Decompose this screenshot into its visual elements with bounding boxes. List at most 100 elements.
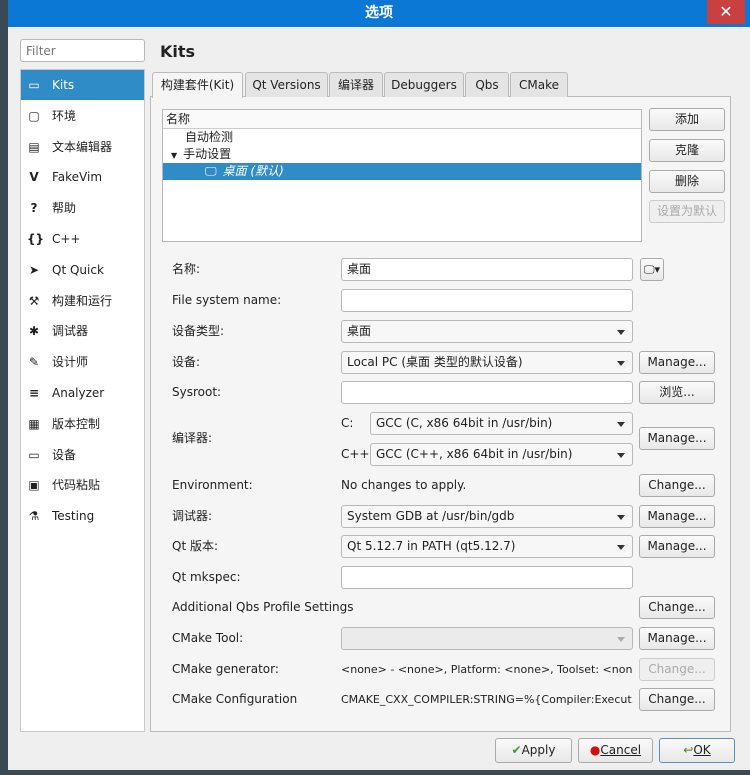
- paste-icon: ▣: [28, 478, 40, 493]
- debugger-manage-button[interactable]: Manage...: [639, 505, 715, 528]
- tab-1[interactable]: Qt Versions: [245, 72, 328, 97]
- sysroot-label: Sysroot:: [172, 385, 222, 399]
- device-label: 设备:: [172, 355, 201, 369]
- cancel-button[interactable]: ●Cancel: [578, 738, 653, 763]
- sidebar-item-label: 文本编辑器: [52, 139, 113, 154]
- sidebar-item-label: 设备: [52, 447, 77, 462]
- sidebar-item-label: Kits: [52, 78, 75, 92]
- sidebar-item-label: 构建和运行: [52, 293, 113, 308]
- tree-item-auto[interactable]: 自动检测: [163, 129, 641, 146]
- cmake-tool-select[interactable]: [341, 627, 633, 650]
- tree-item-desktop[interactable]: 🖵 桌面 (默认): [163, 163, 641, 180]
- sidebar-item--[interactable]: ▤ 文本编辑器: [21, 132, 144, 162]
- cmake-config-value: CMAKE_CXX_COMPILER:STRING=%{Compiler:Exe…: [341, 693, 633, 706]
- sidebar-item-label: C++: [52, 232, 81, 246]
- sidebar-item--[interactable]: ▦ 版本控制: [21, 409, 144, 439]
- fakevim-icon: V: [29, 170, 39, 185]
- tab-2[interactable]: 编译器: [329, 72, 383, 97]
- sidebar-item--[interactable]: ✱ 调试器: [21, 316, 144, 346]
- sidebar-item--[interactable]: ? 帮助: [21, 193, 144, 223]
- checkmark-icon: ✔: [511, 743, 522, 757]
- debugger-select[interactable]: System GDB at /usr/bin/gdb: [341, 505, 633, 528]
- qt-mkspec-label: Qt mkspec:: [172, 570, 241, 584]
- bug-icon: ✱: [28, 324, 40, 339]
- sidebar-item-label: 代码粘贴: [52, 478, 101, 493]
- qt-version-select[interactable]: Qt 5.12.7 in PATH (qt5.12.7): [341, 535, 633, 558]
- clone-button[interactable]: 克隆: [649, 139, 725, 162]
- tab-5[interactable]: CMake: [510, 72, 568, 97]
- sidebar-item-testing[interactable]: ⚗ Testing: [21, 501, 144, 531]
- tree-item-manual[interactable]: ▼ 手动设置: [163, 146, 641, 163]
- expand-arrow-icon[interactable]: ▼: [171, 151, 177, 160]
- environment-label: Environment:: [172, 478, 253, 492]
- cmake-generator-label: CMake generator:: [172, 662, 279, 676]
- device-select[interactable]: Local PC (桌面 类型的默认设备): [341, 351, 633, 374]
- page-title: Kits: [160, 42, 196, 61]
- device-icon: ▭: [28, 447, 40, 462]
- compiler-cxx-select[interactable]: GCC (C++, x86 64bit in /usr/bin): [370, 443, 633, 466]
- fs-name-label: File system name:: [172, 293, 282, 307]
- filter-input[interactable]: [20, 39, 145, 62]
- tab-3[interactable]: Debuggers: [384, 72, 464, 97]
- pencil-icon: ✎: [28, 355, 40, 370]
- stop-icon: ●: [589, 743, 601, 757]
- name-input[interactable]: 桌面: [341, 258, 633, 281]
- cmake-tool-manage-button[interactable]: Manage...: [639, 627, 715, 650]
- sidebar-item--[interactable]: ▣ 代码粘贴: [21, 470, 144, 500]
- qt-version-manage-button[interactable]: Manage...: [639, 535, 715, 558]
- sidebar-list: ▭ Kits ▢ 环境 ▤ 文本编辑器 V FakeVim ? 帮助 {} C++ ➤ Qt Quick ⚒…: [20, 69, 145, 732]
- sidebar-item-analyzer[interactable]: ≡ Analyzer: [21, 378, 144, 408]
- kit-tree[interactable]: 名称 自动检测 ▼ 手动设置 🖵 桌面 (默认): [162, 109, 642, 242]
- monitor-icon: 🖵: [205, 164, 217, 178]
- remove-button[interactable]: 删除: [649, 170, 725, 193]
- kit-icon-button[interactable]: 🖵▾: [640, 258, 664, 281]
- tree-header[interactable]: 名称: [163, 110, 641, 129]
- make-default-button[interactable]: 设置为默认: [649, 200, 725, 223]
- sidebar-item-fakevim[interactable]: V FakeVim: [21, 162, 144, 192]
- cmake-config-change-button[interactable]: Change...: [639, 688, 715, 711]
- sidebar-item-label: FakeVim: [52, 170, 103, 185]
- environment-change-button[interactable]: Change...: [639, 474, 715, 497]
- flask-icon: ⚗: [28, 509, 40, 524]
- cmake-tool-label: CMake Tool:: [172, 631, 244, 645]
- close-button[interactable]: ✕: [707, 0, 745, 24]
- sidebar-item-label: 调试器: [52, 324, 89, 339]
- device-manage-button[interactable]: Manage...: [639, 351, 715, 374]
- analyzer-icon: ≡: [28, 386, 40, 400]
- qt-mkspec-input[interactable]: [341, 566, 633, 589]
- cmake-generator-value: <none> - <none>, Platform: <none>, Tools…: [341, 663, 633, 676]
- ok-arrow-icon: ↩: [683, 743, 694, 757]
- help-icon: ?: [30, 201, 38, 216]
- title-bar: 选项: [8, 0, 750, 27]
- ok-button[interactable]: ↩OK: [659, 738, 735, 763]
- sidebar-item-kits[interactable]: ▭ Kits: [21, 70, 144, 100]
- tab-0[interactable]: 构建套件(Kit): [152, 72, 243, 98]
- sidebar-item-label: Qt Quick: [52, 262, 104, 277]
- compiler-manage-button[interactable]: Manage...: [639, 427, 715, 450]
- sidebar-item-label: Testing: [52, 509, 95, 524]
- version-control-icon: ▦: [28, 416, 40, 431]
- sysroot-browse-button[interactable]: 浏览...: [639, 381, 715, 404]
- tab-4[interactable]: Qbs: [465, 72, 509, 97]
- cmake-generator-change-button[interactable]: Change...: [639, 658, 715, 681]
- apply-button[interactable]: ✔Apply: [495, 738, 572, 763]
- device-type-select[interactable]: 桌面: [341, 320, 633, 343]
- sidebar-item--[interactable]: ▢ 环境: [21, 101, 144, 131]
- fs-name-input[interactable]: [341, 289, 633, 312]
- monitor-icon: 🖵▾: [643, 263, 661, 276]
- compiler-cxx-label: C++:: [341, 447, 374, 461]
- sidebar-item--[interactable]: ▭ 设备: [21, 440, 144, 470]
- sidebar-item-label: 环境: [52, 108, 77, 123]
- kits-icon: ▭: [28, 78, 40, 92]
- add-button[interactable]: 添加: [649, 108, 725, 131]
- sidebar-item-qt-quick[interactable]: ➤ Qt Quick: [21, 255, 144, 285]
- qtquick-icon: ➤: [28, 262, 40, 277]
- sidebar-item--[interactable]: ⚒ 构建和运行: [21, 286, 144, 316]
- compiler-c-select[interactable]: GCC (C, x86 64bit in /usr/bin): [370, 412, 633, 435]
- qbs-profile-change-button[interactable]: Change...: [639, 596, 715, 619]
- cmake-config-label: CMake Configuration: [172, 692, 298, 706]
- sidebar-item-c-[interactable]: {} C++: [21, 224, 144, 254]
- device-type-label: 设备类型:: [172, 324, 225, 338]
- sysroot-input[interactable]: [341, 381, 633, 404]
- sidebar-item--[interactable]: ✎ 设计师: [21, 347, 144, 377]
